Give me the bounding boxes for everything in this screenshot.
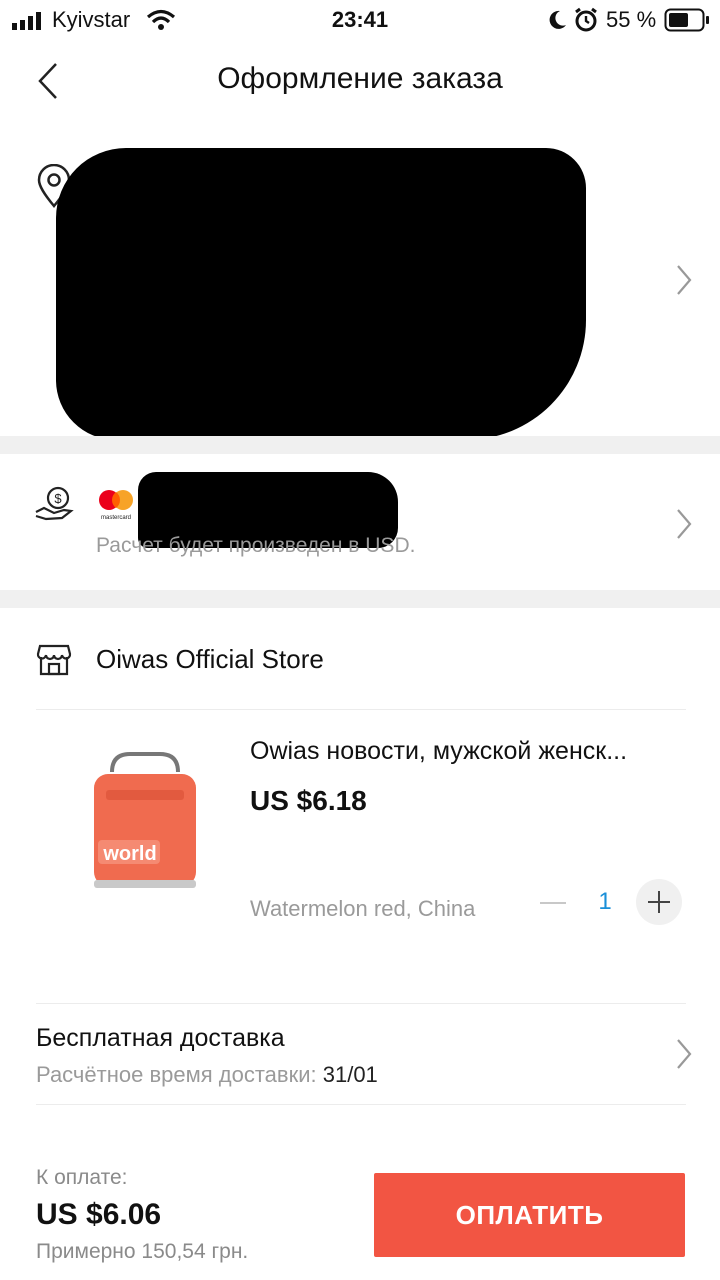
total-amount: US $6.06 <box>36 1198 162 1231</box>
backpack-image: world <box>94 752 196 888</box>
hand-coin-icon: $ <box>35 486 74 521</box>
battery-icon <box>664 8 709 32</box>
quantity-value[interactable]: 1 <box>590 888 620 916</box>
chevron-right-icon <box>677 1039 692 1069</box>
divider <box>36 1104 686 1105</box>
svg-text:$: $ <box>54 491 62 506</box>
store-name[interactable]: Oiwas Official Store <box>96 644 324 675</box>
svg-text:mastercard: mastercard <box>101 515 131 521</box>
currency-note: Расчет будет произведен в USD. <box>96 534 416 557</box>
section-divider <box>0 590 720 608</box>
address-section[interactable] <box>0 130 720 440</box>
quantity-increase-button[interactable] <box>636 879 682 925</box>
mastercard-logo: mastercard <box>99 490 133 521</box>
shipping-eta: Расчётное время доставки: 31/01 <box>36 1062 378 1088</box>
quantity-decrease-button[interactable] <box>536 886 570 920</box>
product-price: US $6.18 <box>250 785 367 816</box>
shipping-section[interactable] <box>0 1004 720 1104</box>
product-image[interactable]: world <box>60 730 230 930</box>
divider <box>36 709 686 710</box>
shipping-title: Бесплатная доставка <box>36 1024 285 1052</box>
moon-icon <box>549 10 566 29</box>
minus-icon <box>540 902 566 904</box>
chevron-right-icon <box>677 509 692 539</box>
redacted-address <box>56 148 586 440</box>
section-divider <box>0 436 720 454</box>
payment-method-section[interactable]: $ mastercard Расчет будет произведен в U… <box>0 454 720 590</box>
pay-button[interactable]: ОПЛАТИТЬ <box>374 1173 685 1257</box>
page-title: Оформление заказа <box>217 62 503 95</box>
total-label: К оплате: <box>36 1166 128 1189</box>
product-title[interactable]: Owias новости, мужской женск... <box>250 737 680 766</box>
shipping-eta-label: Расчётное время доставки: <box>36 1062 317 1087</box>
store-icon <box>36 644 72 676</box>
chevron-right-icon <box>677 265 692 295</box>
shipping-eta-value: 31/01 <box>322 1062 378 1087</box>
plus-icon <box>648 891 670 913</box>
battery-percent: 55 % <box>606 7 657 32</box>
product-image-text: world <box>102 843 156 865</box>
alarm-icon <box>575 7 597 32</box>
total-approx-uah: Примерно 150,54 грн. <box>36 1240 249 1263</box>
product-variant[interactable]: Watermelon red, China <box>250 896 475 922</box>
status-bar: Kyivstar 23:41 55 % <box>0 0 720 40</box>
